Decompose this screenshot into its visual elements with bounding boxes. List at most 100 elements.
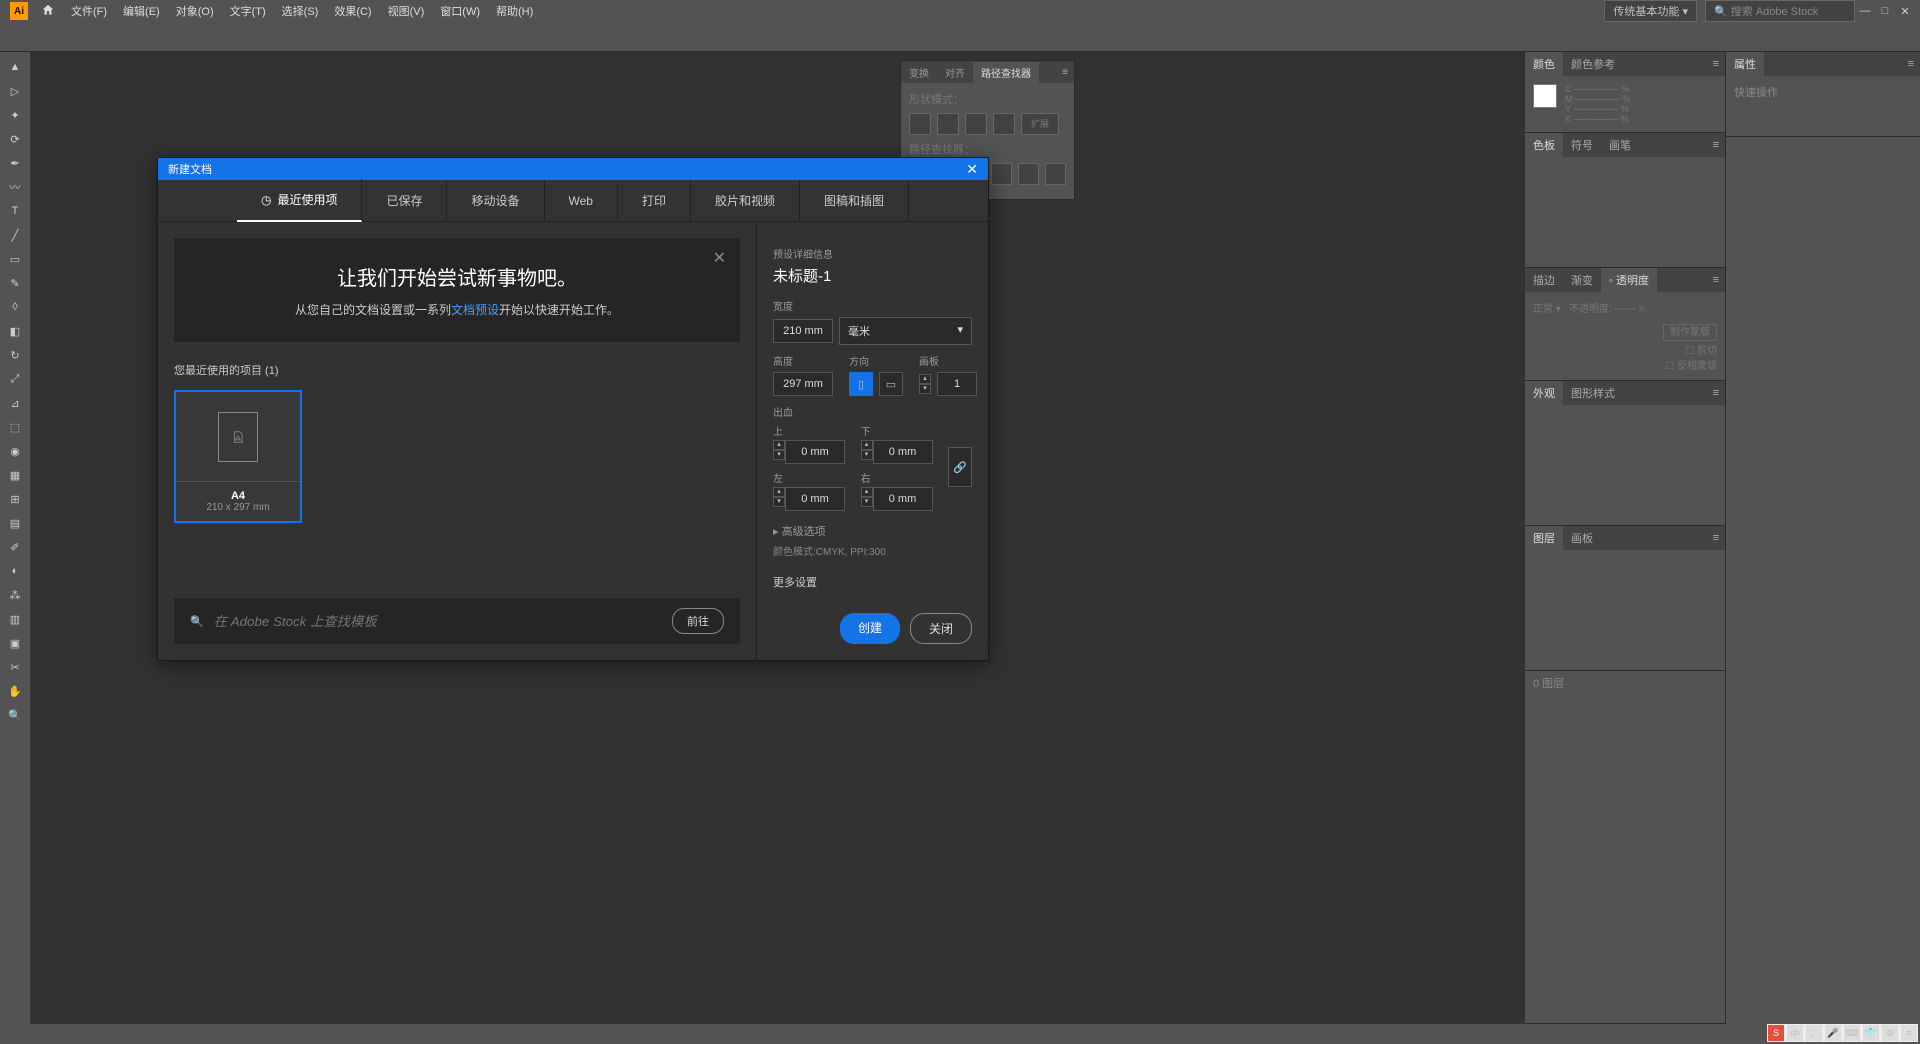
fill-stroke-icon[interactable] (1533, 84, 1557, 108)
artboard-count-input[interactable]: 1 (937, 372, 977, 396)
artboard-stepper[interactable]: ▴▾ (919, 374, 931, 394)
bleed-top-input[interactable]: 0 mm (785, 440, 845, 464)
height-input[interactable]: 297 mm (773, 372, 833, 396)
menu-effect[interactable]: 效果(C) (326, 0, 379, 22)
mesh-tool[interactable]: ⊞ (3, 489, 27, 509)
lasso-tool[interactable]: ⟳ (3, 129, 27, 149)
tab-color-guide[interactable]: 颜色参考 (1563, 52, 1623, 76)
adobe-stock-search[interactable]: 🔍 搜索 Adobe Stock (1705, 0, 1855, 22)
gradient-tool[interactable]: ▤ (3, 513, 27, 533)
panel-menu-icon[interactable]: ≡ (1707, 387, 1725, 399)
tab-appearance[interactable]: 外观 (1525, 381, 1563, 405)
perspective-tool[interactable]: ▦ (3, 465, 27, 485)
minimize-icon[interactable]: — (1855, 5, 1875, 17)
banner-close-icon[interactable]: ✕ (713, 248, 726, 268)
ime-lang[interactable]: 中 (1787, 1025, 1803, 1041)
panel-menu-icon[interactable]: ≡ (1902, 58, 1920, 70)
ime-punct-icon[interactable]: ， (1806, 1025, 1822, 1041)
panel-menu-icon[interactable]: ≡ (1707, 58, 1725, 70)
tab-brushes[interactable]: 画笔 (1601, 133, 1639, 157)
tab-transparency[interactable]: ◦ 透明度 (1601, 268, 1657, 292)
maximize-icon[interactable]: □ (1875, 5, 1895, 17)
close-button[interactable]: 关闭 (910, 613, 972, 644)
magic-wand-tool[interactable]: ✦ (3, 105, 27, 125)
bleed-right-input[interactable]: 0 mm (873, 487, 933, 511)
tab-layers[interactable]: 图层 (1525, 526, 1563, 550)
type-tool[interactable]: T (3, 201, 27, 221)
bleed-stepper[interactable]: ▴▾ (773, 440, 785, 464)
bleed-left-input[interactable]: 0 mm (785, 487, 845, 511)
bleed-bottom-input[interactable]: 0 mm (873, 440, 933, 464)
menu-edit[interactable]: 编辑(E) (115, 0, 168, 22)
tab-web[interactable]: Web (545, 182, 618, 220)
tab-align[interactable]: 对齐 (937, 62, 973, 83)
ime-keyboard-icon[interactable]: ⌨ (1844, 1025, 1860, 1041)
slice-tool[interactable]: ✂ (3, 657, 27, 677)
tab-art[interactable]: 图稿和插图 (800, 180, 909, 221)
ime-toolbar[interactable]: S 中 ， 🎤 ⌨ 👕 ⚙ ≡ (1767, 1024, 1918, 1042)
direct-selection-tool[interactable]: ▷ (3, 81, 27, 101)
line-tool[interactable]: ╱ (3, 225, 27, 245)
artboard-tool[interactable]: ▣ (3, 633, 27, 653)
create-button[interactable]: 创建 (840, 613, 900, 644)
make-mask-button[interactable]: 制作蒙版 (1663, 324, 1717, 341)
go-button[interactable]: 前往 (672, 608, 724, 634)
tab-symbols[interactable]: 符号 (1563, 133, 1601, 157)
eraser-tool[interactable]: ◧ (3, 321, 27, 341)
rectangle-tool[interactable]: ▭ (3, 249, 27, 269)
width-tool[interactable]: ⊿ (3, 393, 27, 413)
menu-help[interactable]: 帮助(H) (488, 0, 541, 22)
panel-menu-icon[interactable]: ≡ (1707, 139, 1725, 151)
panel-menu-icon[interactable]: ≡ (1707, 274, 1725, 286)
panel-menu-icon[interactable]: ≡ (1056, 67, 1074, 78)
hand-tool[interactable]: ✋ (3, 681, 27, 701)
exclude-button[interactable] (993, 113, 1015, 135)
menu-type[interactable]: 文字(T) (222, 0, 274, 22)
tab-transform[interactable]: 变换 (901, 62, 937, 83)
intersect-button[interactable] (965, 113, 987, 135)
ime-logo-icon[interactable]: S (1768, 1025, 1784, 1041)
ime-menu-icon[interactable]: ≡ (1901, 1025, 1917, 1041)
bleed-stepper[interactable]: ▴▾ (773, 487, 785, 511)
unite-button[interactable] (909, 113, 931, 135)
crop-button[interactable] (991, 163, 1012, 185)
minus-back-button[interactable] (1045, 163, 1066, 185)
ime-mic-icon[interactable]: 🎤 (1825, 1025, 1841, 1041)
symbol-sprayer-tool[interactable]: ⁂ (3, 585, 27, 605)
tab-properties[interactable]: 属性 (1726, 52, 1764, 76)
landscape-button[interactable]: ▭ (879, 372, 903, 396)
tab-print[interactable]: 打印 (618, 180, 691, 221)
menu-object[interactable]: 对象(O) (168, 0, 222, 22)
tab-color[interactable]: 颜色 (1525, 52, 1563, 76)
tab-artboards[interactable]: 画板 (1563, 526, 1601, 550)
close-icon[interactable]: ✕ (966, 161, 978, 178)
workspace-selector[interactable]: 传统基本功能 ▾ (1604, 0, 1697, 22)
outline-button[interactable] (1018, 163, 1039, 185)
stock-search-input[interactable] (214, 614, 662, 629)
tab-swatches[interactable]: 色板 (1525, 133, 1563, 157)
panel-menu-icon[interactable]: ≡ (1707, 532, 1725, 544)
bleed-stepper[interactable]: ▴▾ (861, 487, 873, 511)
tab-film[interactable]: 胶片和视频 (691, 180, 800, 221)
menu-window[interactable]: 窗口(W) (432, 0, 488, 22)
shape-builder-tool[interactable]: ◉ (3, 441, 27, 461)
ime-skin-icon[interactable]: 👕 (1863, 1025, 1879, 1041)
document-name[interactable]: 未标题-1 (773, 265, 972, 286)
preset-a4[interactable]: A4 210 x 297 mm (174, 390, 302, 523)
home-icon[interactable] (41, 3, 55, 20)
dialog-titlebar[interactable]: 新建文档 ✕ (158, 158, 988, 180)
selection-tool[interactable]: ▲ (3, 57, 27, 77)
width-input[interactable]: 210 mm (773, 319, 833, 343)
link-bleed-button[interactable]: 🔗 (948, 447, 972, 487)
column-graph-tool[interactable]: ▥ (3, 609, 27, 629)
bleed-stepper[interactable]: ▴▾ (861, 440, 873, 464)
tab-mobile[interactable]: 移动设备 (447, 180, 544, 221)
eyedropper-tool[interactable]: ✐ (3, 537, 27, 557)
ime-tools-icon[interactable]: ⚙ (1882, 1025, 1898, 1041)
preset-link[interactable]: 文档预设 (451, 303, 499, 317)
curvature-tool[interactable]: 〰 (3, 177, 27, 197)
minus-front-button[interactable] (937, 113, 959, 135)
menu-view[interactable]: 视图(V) (380, 0, 433, 22)
tab-graphic-styles[interactable]: 图形样式 (1563, 381, 1623, 405)
unit-select[interactable]: 毫米▾ (839, 317, 972, 345)
